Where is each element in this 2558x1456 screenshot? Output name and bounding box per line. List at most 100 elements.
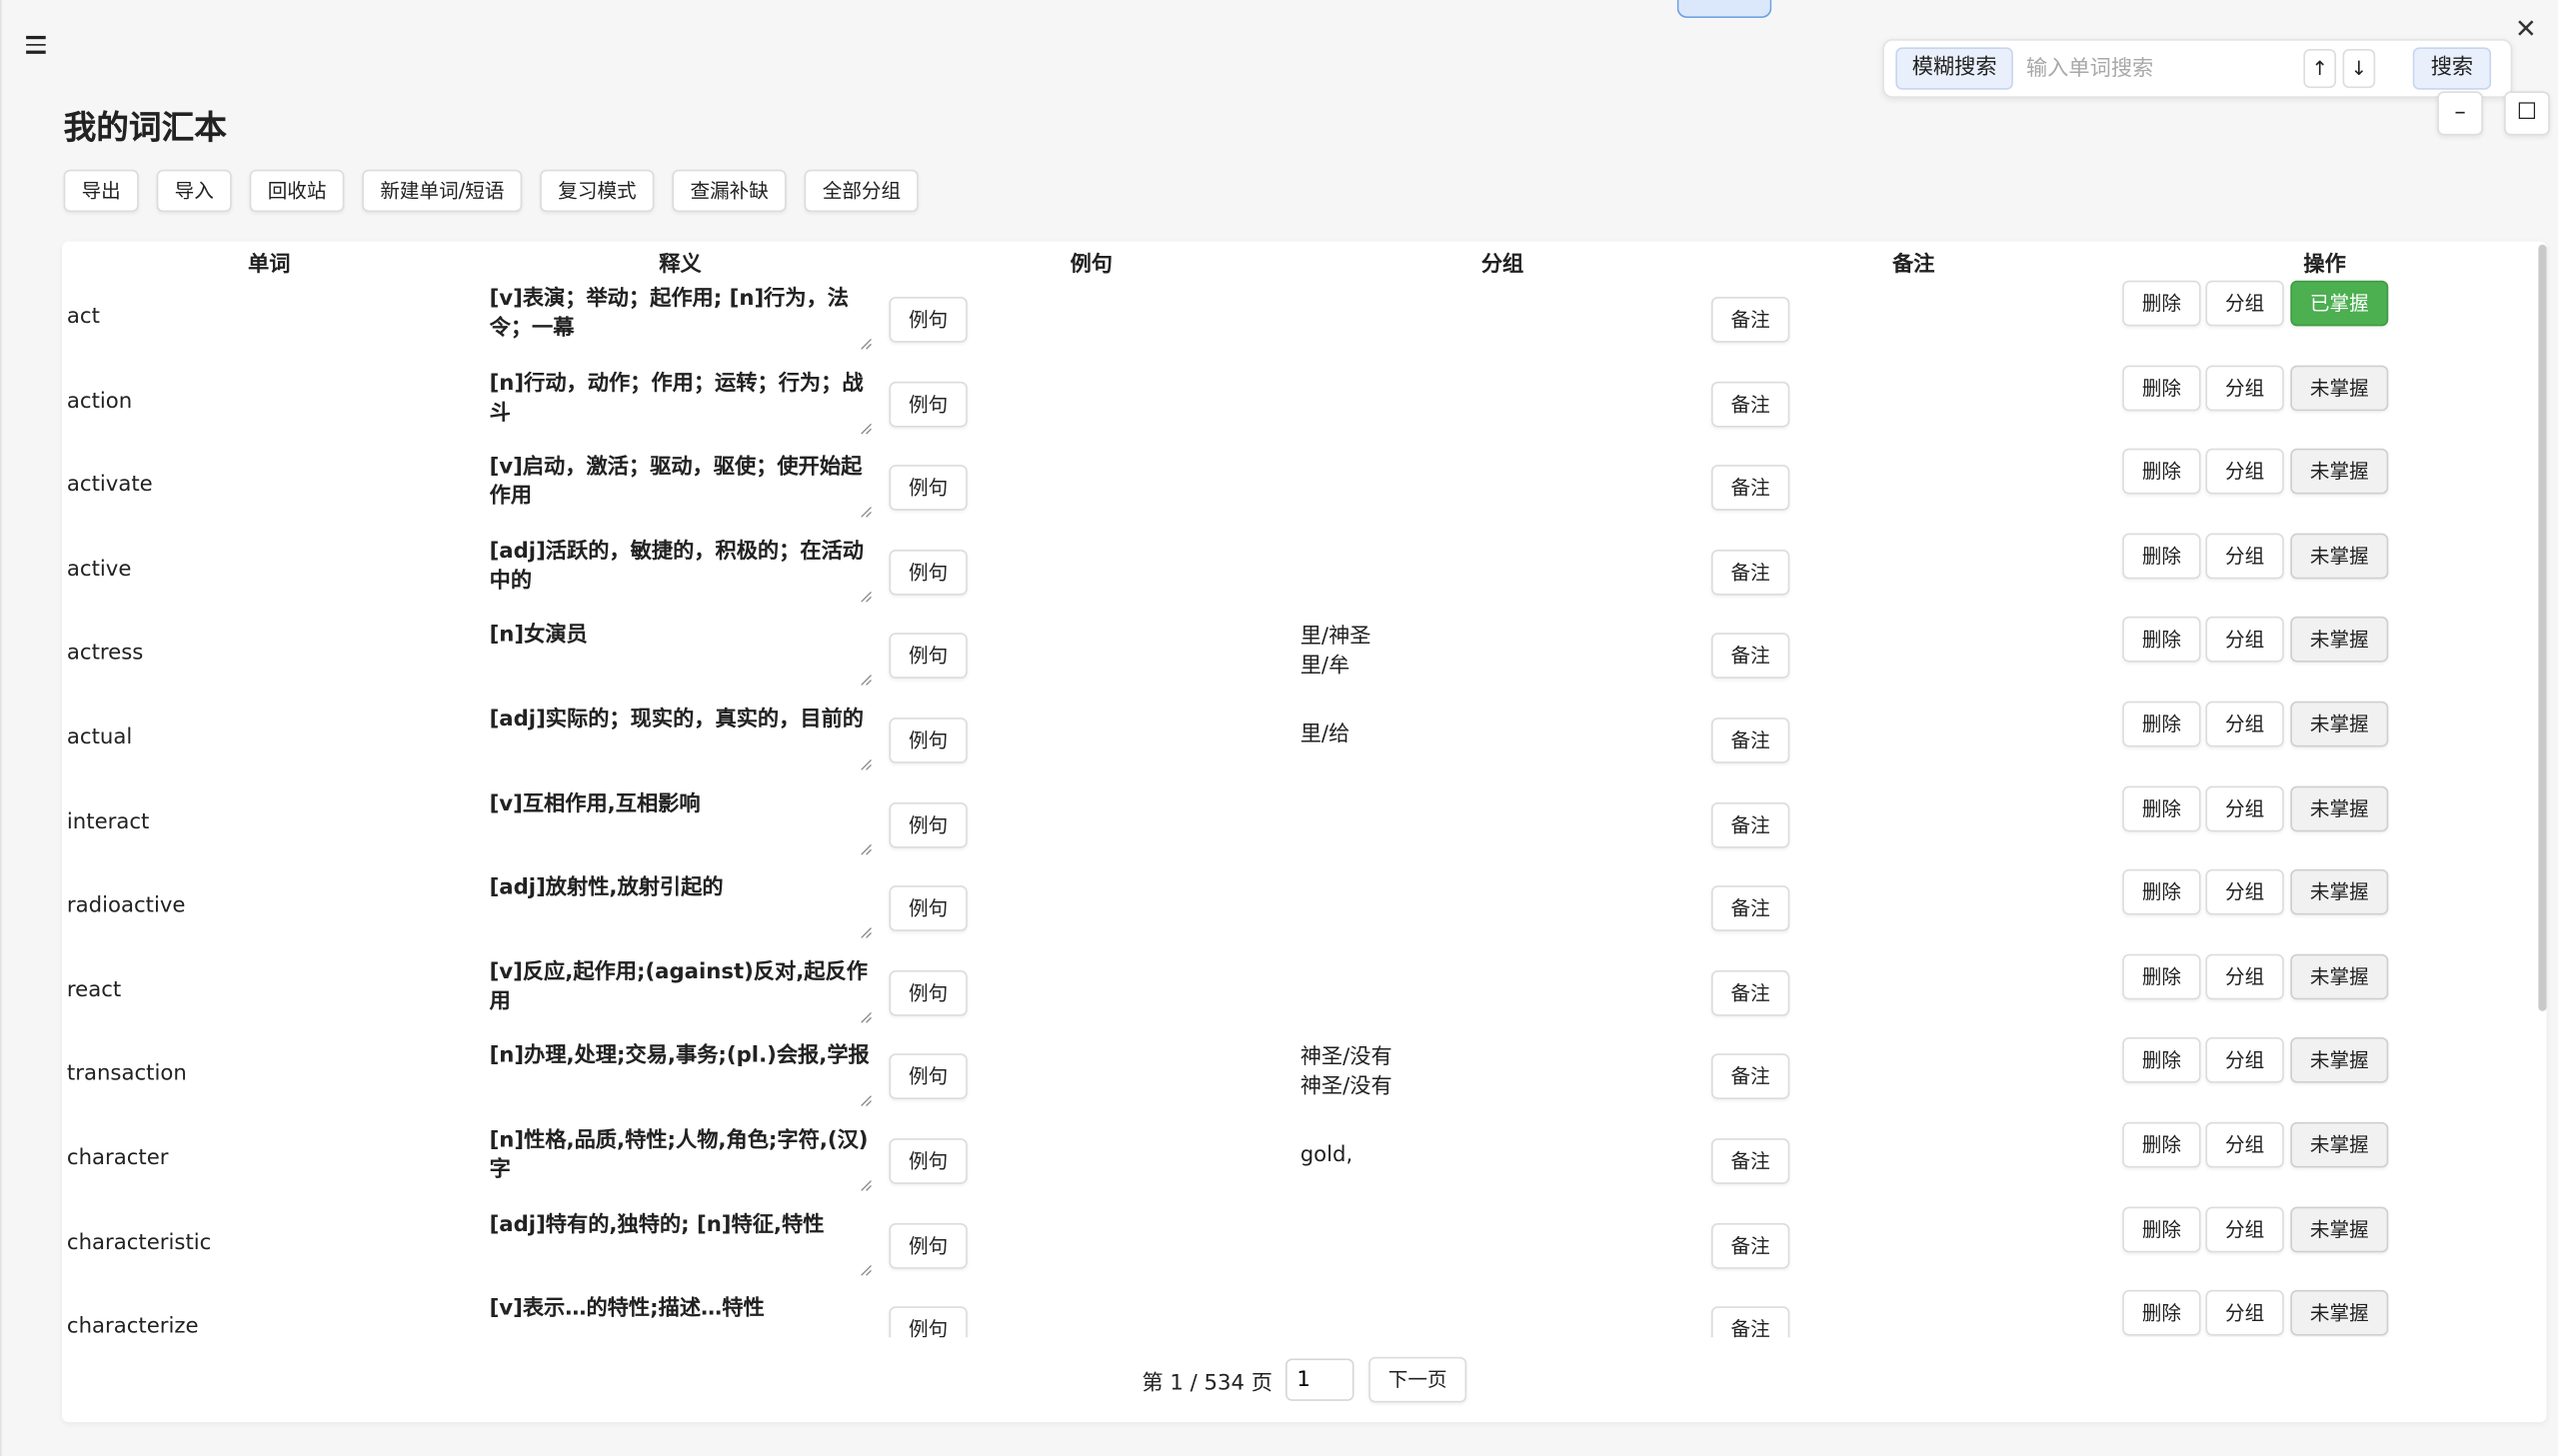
page-number-input[interactable]	[1284, 1358, 1354, 1401]
group-button[interactable]: 分组	[2205, 701, 2284, 747]
example-button[interactable]: 例句	[889, 1306, 968, 1338]
delete-button[interactable]: 删除	[2122, 533, 2201, 580]
delete-button[interactable]: 删除	[2122, 1206, 2201, 1252]
not-mastered-button[interactable]: 未掌握	[2290, 364, 2389, 411]
delete-button[interactable]: 删除	[2122, 869, 2201, 915]
example-button[interactable]: 例句	[889, 549, 968, 596]
search-input[interactable]	[2022, 47, 2297, 90]
not-mastered-button[interactable]: 未掌握	[2290, 1206, 2389, 1252]
note-button[interactable]: 备注	[1710, 969, 1790, 1016]
not-mastered-button[interactable]: 未掌握	[2290, 784, 2389, 831]
example-button[interactable]: 例句	[889, 633, 968, 680]
group-button[interactable]: 分组	[2205, 953, 2284, 1000]
example-button[interactable]: 例句	[889, 1053, 968, 1100]
note-button[interactable]: 备注	[1710, 718, 1790, 763]
resize-handle-icon[interactable]	[860, 1179, 873, 1192]
group-button[interactable]: 分组	[2205, 617, 2284, 664]
group-button[interactable]: 分组	[2205, 280, 2284, 327]
note-button[interactable]: 备注	[1710, 801, 1790, 847]
resize-handle-icon[interactable]	[860, 758, 873, 771]
group-button[interactable]: 分组	[2205, 784, 2284, 831]
resize-handle-icon[interactable]	[860, 1095, 873, 1108]
meaning-cell[interactable]: [adj]特有的,独特的; [n]特征,特性	[490, 1211, 875, 1280]
resize-handle-icon[interactable]	[860, 422, 873, 435]
example-button[interactable]: 例句	[889, 969, 968, 1016]
resize-handle-icon[interactable]	[860, 675, 873, 688]
meaning-cell[interactable]: [v]启动，激活；驱动，驱使；使开始起作用	[490, 454, 875, 523]
example-button[interactable]: 例句	[889, 381, 968, 427]
example-button[interactable]: 例句	[889, 1222, 968, 1269]
example-button[interactable]: 例句	[889, 465, 968, 512]
delete-button[interactable]: 删除	[2122, 1121, 2201, 1168]
review-mode-button[interactable]: 复习模式	[540, 169, 655, 213]
fuzzy-search-toggle[interactable]: 模糊搜索	[1895, 47, 2013, 90]
note-button[interactable]: 备注	[1710, 1138, 1790, 1184]
note-button[interactable]: 备注	[1710, 1053, 1790, 1100]
example-button[interactable]: 例句	[889, 297, 968, 343]
example-button[interactable]: 例句	[889, 885, 968, 932]
delete-button[interactable]: 删除	[2122, 617, 2201, 664]
meaning-cell[interactable]: [v]互相作用,互相影响	[490, 790, 875, 859]
group-button[interactable]: 分组	[2205, 364, 2284, 411]
meaning-cell[interactable]: [n]办理,处理;交易,事务;(pl.)会报,学报	[490, 1042, 875, 1111]
meaning-cell[interactable]: [n]行动，动作；作用；运转；行为；战斗	[490, 370, 875, 439]
delete-button[interactable]: 删除	[2122, 449, 2201, 495]
mastered-button[interactable]: 已掌握	[2290, 280, 2389, 327]
search-prev-button[interactable]: ↑	[2303, 48, 2337, 89]
group-button[interactable]: 分组	[2205, 1290, 2284, 1336]
all-groups-button[interactable]: 全部分组	[804, 169, 920, 213]
note-button[interactable]: 备注	[1710, 633, 1790, 680]
example-button[interactable]: 例句	[889, 1138, 968, 1184]
resize-handle-icon[interactable]	[860, 1263, 873, 1276]
not-mastered-button[interactable]: 未掌握	[2290, 617, 2389, 664]
new-word-button[interactable]: 新建单词/短语	[362, 169, 523, 213]
group-button[interactable]: 分组	[2205, 1121, 2284, 1168]
group-button[interactable]: 分组	[2205, 869, 2284, 915]
meaning-cell[interactable]: [v]表示…的特性;描述…特性	[490, 1295, 875, 1337]
table-scrollbar[interactable]	[2538, 244, 2547, 1011]
not-mastered-button[interactable]: 未掌握	[2290, 953, 2389, 1000]
meaning-cell[interactable]: [adj]放射性,放射引起的	[490, 874, 875, 943]
note-button[interactable]: 备注	[1710, 297, 1790, 343]
close-icon[interactable]: ✕	[2515, 13, 2537, 44]
minimize-button[interactable]: –	[2437, 91, 2483, 136]
note-button[interactable]: 备注	[1710, 549, 1790, 596]
note-button[interactable]: 备注	[1710, 885, 1790, 932]
meaning-cell[interactable]: [adj]实际的；现实的，真实的，目前的	[490, 707, 875, 775]
delete-button[interactable]: 删除	[2122, 784, 2201, 831]
meaning-cell[interactable]: [n]性格,品质,特性;人物,角色;字符,(汉)字	[490, 1127, 875, 1196]
drag-handle[interactable]	[1676, 0, 1772, 18]
example-button[interactable]: 例句	[889, 801, 968, 847]
import-button[interactable]: 导入	[156, 169, 232, 213]
delete-button[interactable]: 删除	[2122, 280, 2201, 327]
not-mastered-button[interactable]: 未掌握	[2290, 1121, 2389, 1168]
export-button[interactable]: 导出	[63, 169, 139, 213]
not-mastered-button[interactable]: 未掌握	[2290, 533, 2389, 580]
delete-button[interactable]: 删除	[2122, 364, 2201, 411]
group-button[interactable]: 分组	[2205, 1206, 2284, 1252]
resize-handle-icon[interactable]	[860, 926, 873, 939]
delete-button[interactable]: 删除	[2122, 701, 2201, 747]
resize-handle-icon[interactable]	[860, 1011, 873, 1024]
not-mastered-button[interactable]: 未掌握	[2290, 1037, 2389, 1084]
note-button[interactable]: 备注	[1710, 1306, 1790, 1338]
meaning-cell[interactable]: [n]女演员	[490, 622, 875, 691]
group-button[interactable]: 分组	[2205, 533, 2284, 580]
meaning-cell[interactable]: [v]反应,起作用;(against)反对,起反作用	[490, 958, 875, 1027]
example-button[interactable]: 例句	[889, 718, 968, 763]
note-button[interactable]: 备注	[1710, 381, 1790, 427]
note-button[interactable]: 备注	[1710, 1222, 1790, 1269]
meaning-cell[interactable]: [adj]活跃的，敏捷的，积极的；在活动中的	[490, 538, 875, 607]
recycle-bin-button[interactable]: 回收站	[249, 169, 345, 213]
hamburger-menu-icon[interactable]	[26, 35, 46, 56]
delete-button[interactable]: 删除	[2122, 953, 2201, 1000]
resize-handle-icon[interactable]	[860, 590, 873, 603]
not-mastered-button[interactable]: 未掌握	[2290, 869, 2389, 915]
delete-button[interactable]: 删除	[2122, 1290, 2201, 1336]
not-mastered-button[interactable]: 未掌握	[2290, 449, 2389, 495]
not-mastered-button[interactable]: 未掌握	[2290, 1290, 2389, 1336]
resize-handle-icon[interactable]	[860, 506, 873, 519]
search-button[interactable]: 搜索	[2412, 47, 2492, 90]
note-button[interactable]: 备注	[1710, 465, 1790, 512]
resize-handle-icon[interactable]	[860, 842, 873, 855]
